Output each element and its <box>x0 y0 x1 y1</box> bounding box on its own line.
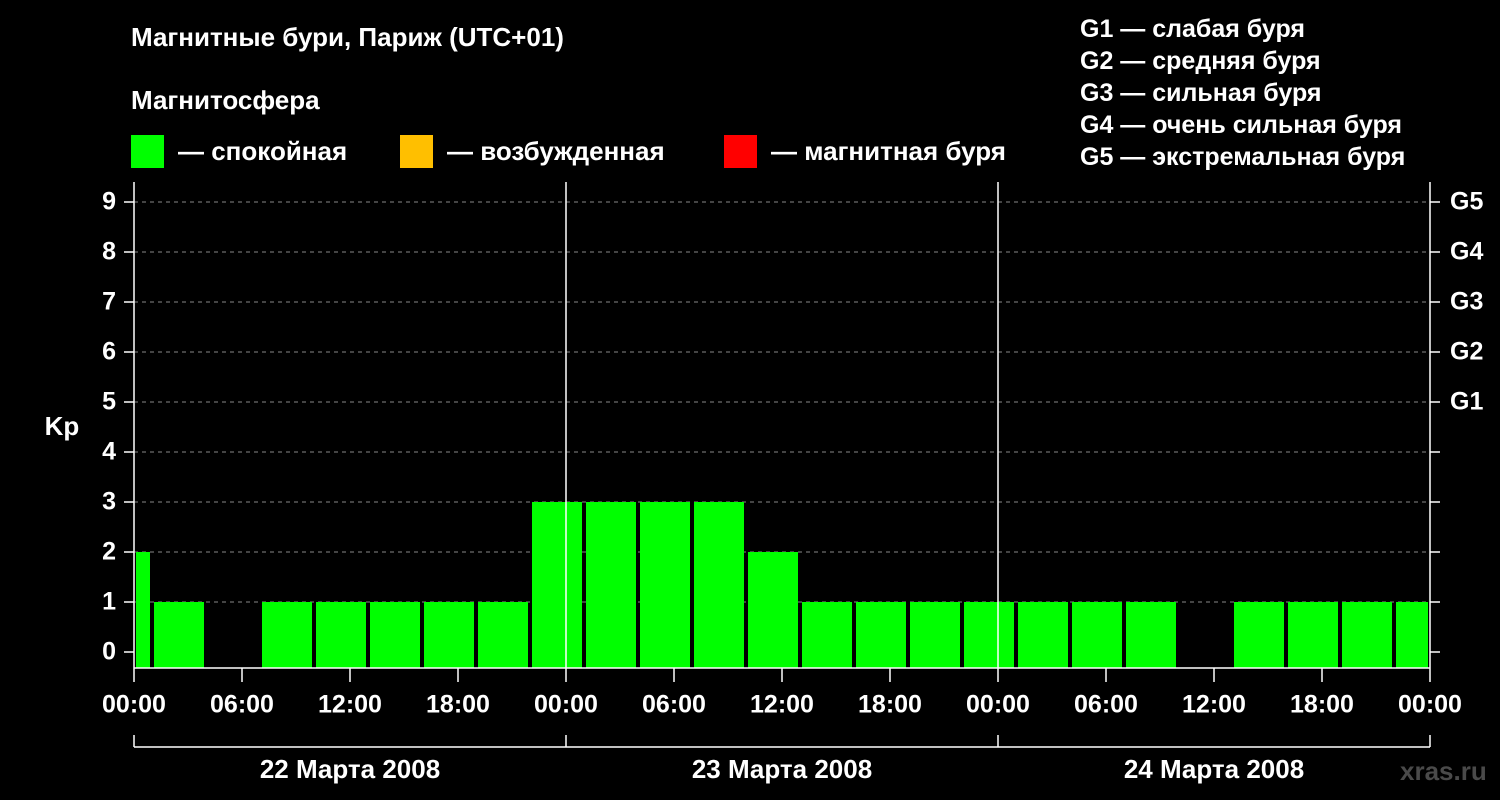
x-tick-label: 00:00 <box>966 691 1030 719</box>
y-tick-label: 8 <box>102 238 116 266</box>
x-tick-label: 00:00 <box>534 691 598 719</box>
watermark: xras.ru <box>1400 756 1487 786</box>
g-tick-label: G2 <box>1450 338 1483 366</box>
kp-bar <box>316 602 366 668</box>
kp-bar <box>262 602 312 668</box>
x-tick-label: 18:00 <box>858 691 922 719</box>
kp-bar <box>1126 602 1176 668</box>
kp-bar <box>1396 602 1428 668</box>
y-tick-label: 0 <box>102 638 116 666</box>
x-tick-label: 18:00 <box>1290 691 1354 719</box>
kp-bar <box>964 602 1014 668</box>
x-tick-label: 18:00 <box>426 691 490 719</box>
y-tick-label: 9 <box>102 188 116 216</box>
g-tick-label: G5 <box>1450 188 1483 216</box>
kp-bar <box>1072 602 1122 668</box>
kp-bar <box>532 502 582 668</box>
kp-bar <box>640 502 690 668</box>
x-tick-label: 12:00 <box>750 691 814 719</box>
day-label: 24 Марта 2008 <box>1124 754 1304 784</box>
y-tick-label: 6 <box>102 338 116 366</box>
y-tick-label: 4 <box>102 438 116 466</box>
y-tick-label: 3 <box>102 488 116 516</box>
kp-bar <box>694 502 744 668</box>
kp-bar <box>1342 602 1392 668</box>
g-tick-label: G3 <box>1450 288 1483 316</box>
kp-bar <box>910 602 960 668</box>
g-tick-label: G1 <box>1450 388 1483 416</box>
x-tick-label: 00:00 <box>1398 691 1462 719</box>
y-tick-label: 1 <box>102 588 116 616</box>
kp-bar <box>370 602 420 668</box>
kp-bar <box>802 602 852 668</box>
kp-bar <box>1234 602 1284 668</box>
x-tick-label: 06:00 <box>1074 691 1138 719</box>
kp-bar <box>154 602 204 668</box>
kp-bar <box>424 602 474 668</box>
kp-bar <box>478 602 528 668</box>
x-tick-label: 00:00 <box>102 691 166 719</box>
g-tick-label: G4 <box>1450 238 1483 266</box>
day-label: 23 Марта 2008 <box>692 754 872 784</box>
y-tick-label: 5 <box>102 388 116 416</box>
y-tick-label: 2 <box>102 538 116 566</box>
kp-bar <box>1288 602 1338 668</box>
kp-bar <box>586 502 636 668</box>
x-tick-label: 06:00 <box>210 691 274 719</box>
day-label: 22 Марта 2008 <box>260 754 440 784</box>
kp-bar <box>856 602 906 668</box>
kp-chart: 0 1 2 3 4 5 6 7 8 9 Kp G1 G2 G3 G4 G5 00:00 06:00 12:00 18:… <box>45 182 1483 784</box>
y-axis-title: Kp <box>45 411 80 441</box>
x-tick-label: 06:00 <box>642 691 706 719</box>
kp-bar <box>136 552 150 668</box>
kp-bar <box>1018 602 1068 668</box>
x-tick-label: 12:00 <box>318 691 382 719</box>
y-tick-label: 7 <box>102 288 116 316</box>
kp-bar <box>748 552 798 668</box>
x-tick-label: 12:00 <box>1182 691 1246 719</box>
